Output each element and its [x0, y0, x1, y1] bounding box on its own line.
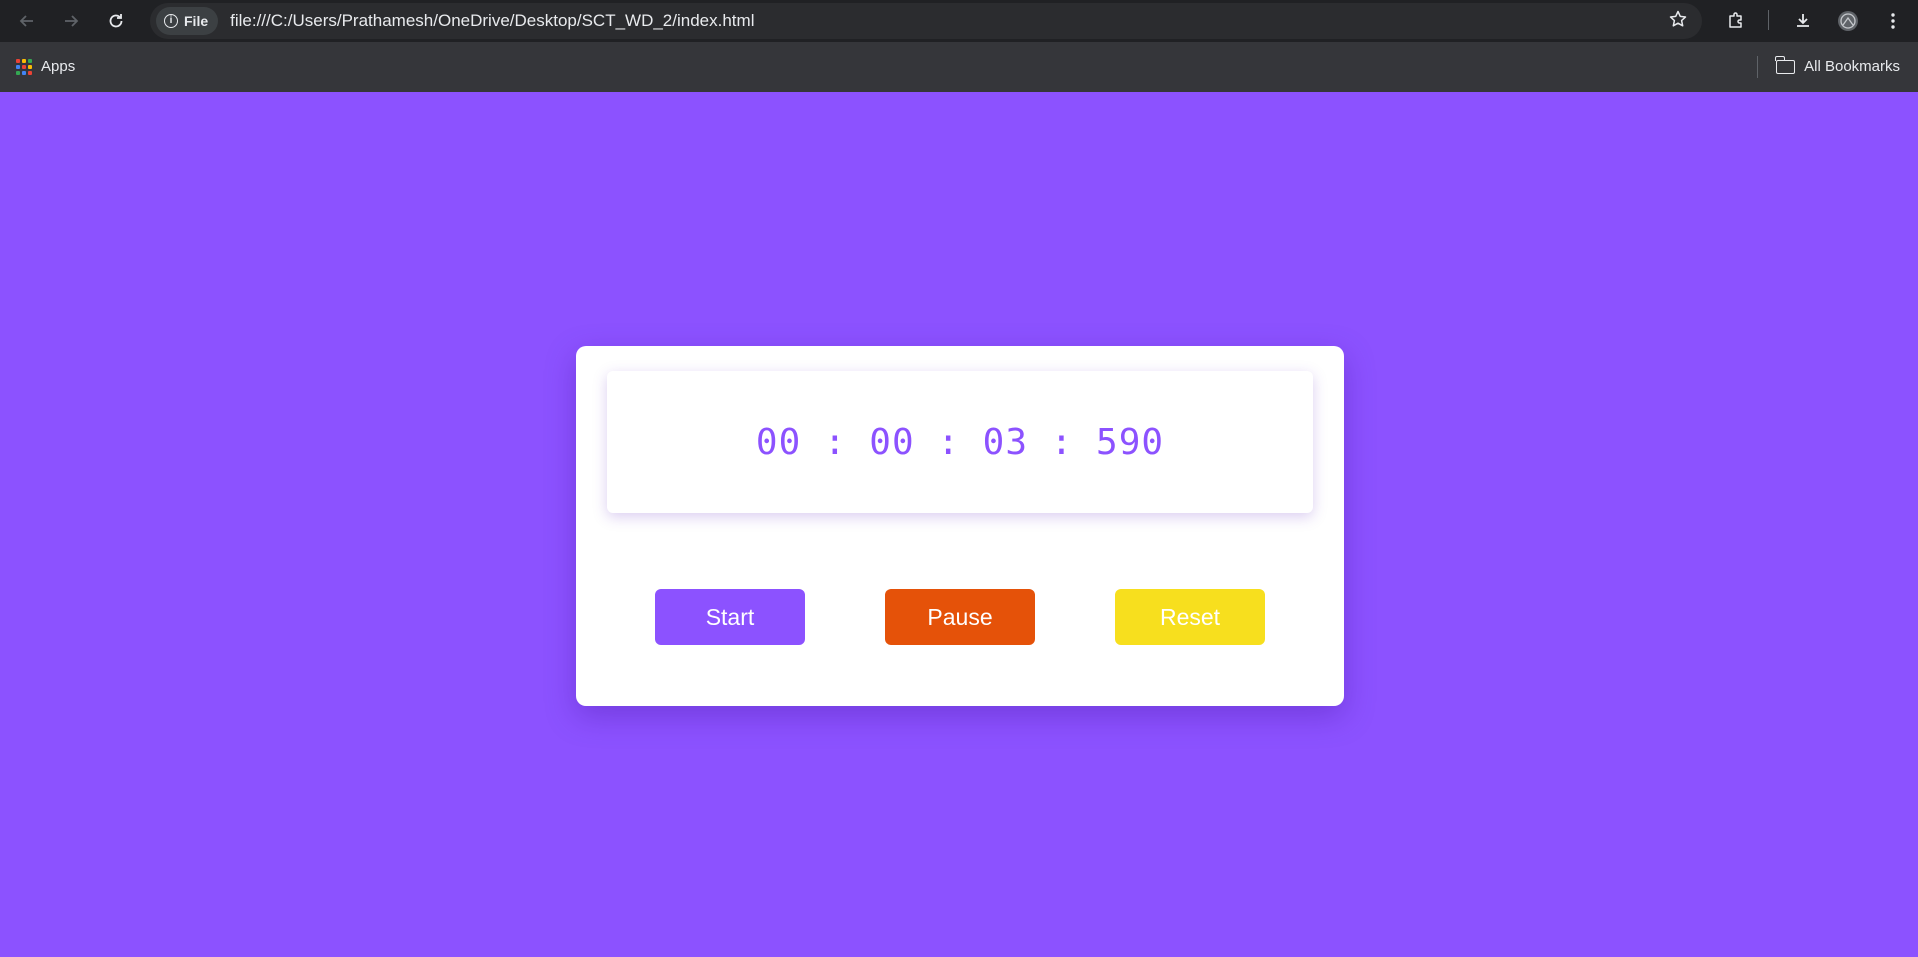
stopwatch-card: 00 : 00 : 03 : 590 Start Pause Reset — [576, 346, 1344, 706]
toolbar-separator — [1768, 10, 1769, 30]
bookmarks-bar: Apps All Bookmarks — [0, 42, 1918, 92]
menu-dots-icon[interactable] — [1880, 8, 1906, 34]
extensions-icon[interactable] — [1723, 8, 1749, 34]
profile-icon[interactable] — [1835, 8, 1861, 34]
info-icon: i — [164, 14, 178, 28]
site-info-chip[interactable]: i File — [156, 7, 219, 35]
apps-label: Apps — [41, 58, 76, 75]
back-arrow-icon[interactable] — [14, 8, 40, 34]
browser-toolbar: i File file:///C:/Users/Prathamesh/OneDr… — [0, 0, 1918, 42]
time-display: 00 : 00 : 03 : 590 — [607, 371, 1313, 513]
site-chip-label: File — [184, 13, 209, 29]
all-bookmarks-label: All Bookmarks — [1804, 58, 1900, 75]
apps-shortcut[interactable]: Apps — [16, 58, 75, 75]
all-bookmarks-button[interactable]: All Bookmarks — [1775, 55, 1900, 75]
pause-button[interactable]: Pause — [885, 589, 1035, 645]
reset-button[interactable]: Reset — [1115, 589, 1265, 645]
reload-icon[interactable] — [103, 8, 129, 34]
star-icon[interactable] — [1668, 9, 1688, 35]
time-readout: 00 : 00 : 03 : 590 — [755, 421, 1165, 463]
folder-icon — [1775, 55, 1796, 74]
download-icon[interactable] — [1790, 8, 1816, 34]
forward-arrow-icon[interactable] — [58, 8, 84, 34]
start-button[interactable]: Start — [655, 589, 805, 645]
bookmarks-separator — [1757, 56, 1758, 78]
address-bar[interactable]: i File file:///C:/Users/Prathamesh/OneDr… — [150, 3, 1702, 39]
url-text[interactable]: file:///C:/Users/Prathamesh/OneDrive/Des… — [230, 11, 754, 31]
apps-grid-icon — [16, 58, 32, 75]
